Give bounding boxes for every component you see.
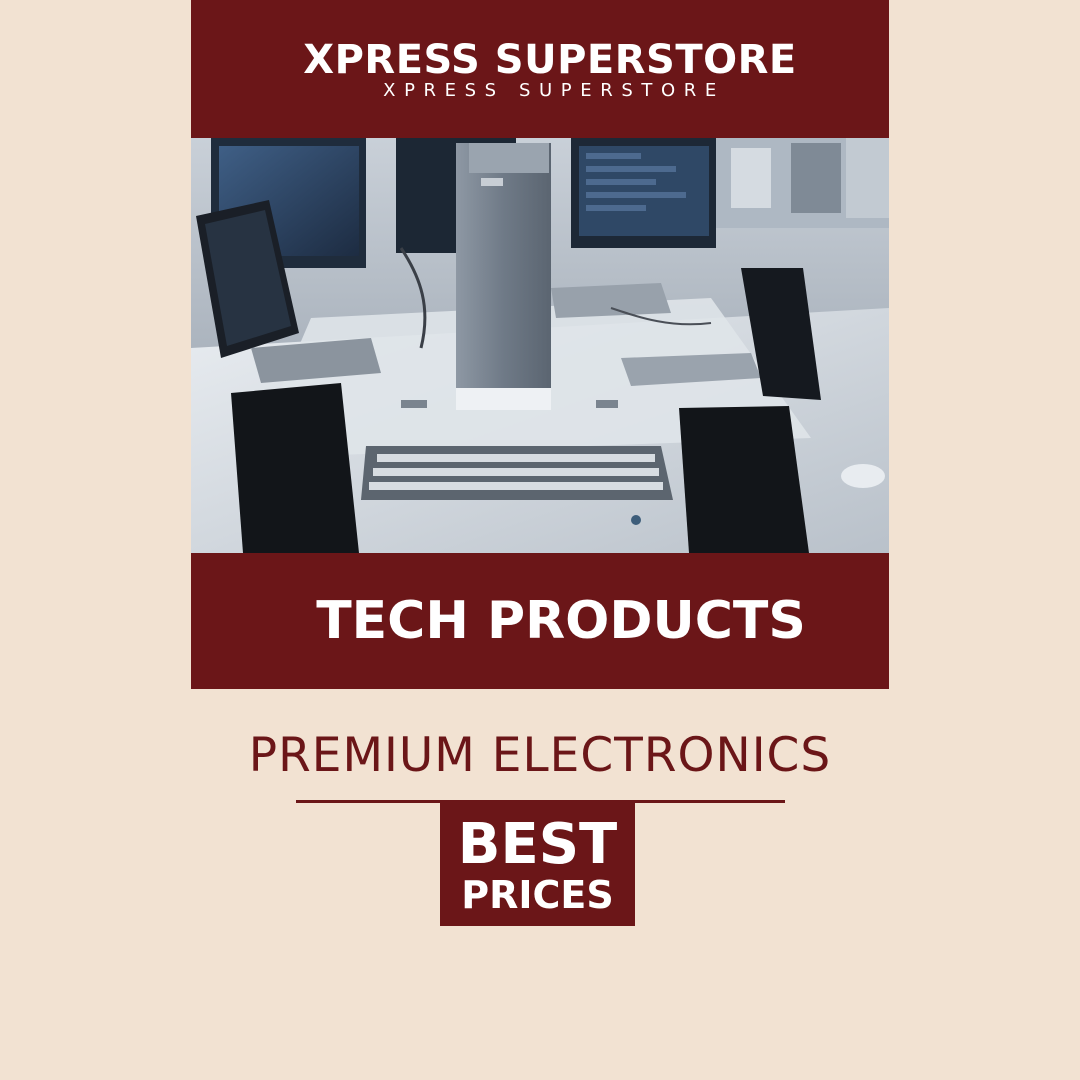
brand-subtitle: XPRESS SUPERSTORE: [383, 80, 725, 101]
price-badge: BEST PRICES: [440, 803, 635, 926]
header-banner: XPRESS SUPERSTORE XPRESS SUPERSTORE: [191, 0, 889, 138]
tagline: PREMIUM ELECTRONICS: [248, 728, 832, 783]
brand-title: XPRESS SUPERSTORE: [303, 37, 797, 83]
hero-photo: [191, 138, 889, 553]
badge-line-best: BEST: [457, 812, 618, 877]
badge-line-prices: PRICES: [461, 873, 614, 917]
category-banner: TECH PRODUCTS: [191, 553, 889, 689]
category-title: TECH PRODUCTS: [316, 591, 806, 651]
